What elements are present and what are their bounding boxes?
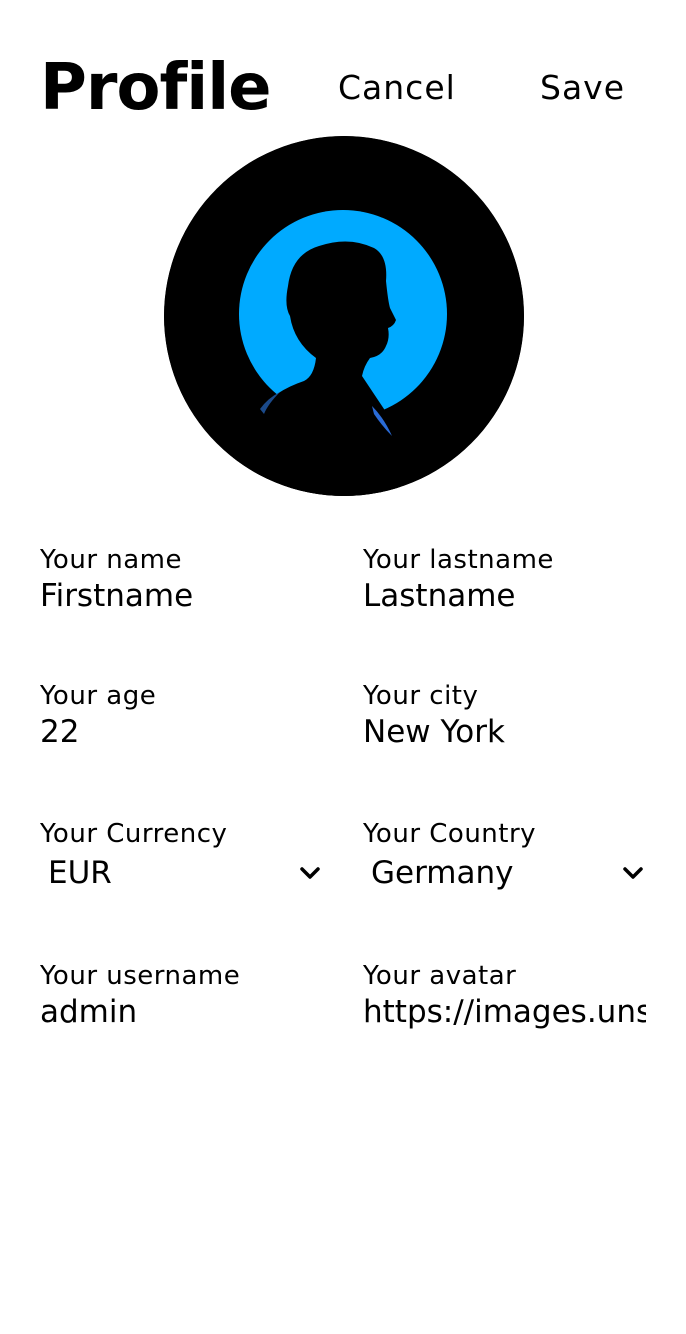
lastname-input[interactable] [363, 577, 646, 615]
country-label: Your Country [363, 819, 537, 849]
lastname-field: Your lastname [363, 545, 646, 615]
page-title: Profile [40, 51, 272, 125]
city-field: Your city [363, 681, 646, 751]
city-input[interactable] [363, 713, 646, 751]
chevron-down-icon [300, 867, 320, 879]
username-label: Your username [40, 961, 241, 991]
country-select[interactable]: Germany [363, 851, 646, 895]
country-field: Your Country Germany [363, 819, 646, 895]
avatar-url-field: Your avatar [363, 961, 646, 1031]
avatar-url-label: Your avatar [363, 961, 517, 991]
avatar[interactable] [164, 136, 524, 496]
name-label: Your name [40, 545, 183, 575]
avatar-silhouette-image [164, 136, 524, 496]
city-label: Your city [363, 681, 479, 711]
page-header: Profile Cancel Save [40, 48, 646, 128]
currency-selected-value: EUR [48, 855, 112, 891]
name-input[interactable] [40, 577, 323, 615]
cancel-button[interactable]: Cancel [338, 68, 456, 108]
name-field: Your name [40, 545, 323, 615]
age-field: Your age [40, 681, 323, 751]
currency-field: Your Currency EUR [40, 819, 323, 895]
age-label: Your age [40, 681, 157, 711]
lastname-label: Your lastname [363, 545, 554, 575]
country-selected-value: Germany [371, 855, 514, 891]
save-button[interactable]: Save [540, 68, 625, 108]
username-field: Your username [40, 961, 323, 1031]
username-input[interactable] [40, 993, 323, 1031]
currency-label: Your Currency [40, 819, 228, 849]
avatar-url-input[interactable] [363, 993, 646, 1031]
currency-select[interactable]: EUR [40, 851, 323, 895]
age-input[interactable] [40, 713, 323, 751]
chevron-down-icon [623, 867, 643, 879]
